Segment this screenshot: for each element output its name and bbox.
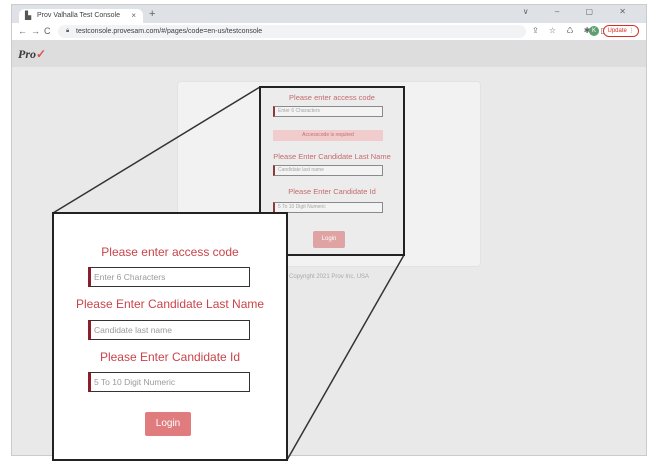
access-code-error: Accesscode is required [273,130,383,141]
window-controls[interactable]: ∨ – ▢ ✕ [523,7,638,16]
app-logo: Pro✓ [18,47,47,61]
profile-avatar[interactable]: K [589,26,599,36]
candidate-id-label: Please Enter Candidate Id [99,350,241,364]
forward-button[interactable]: → [31,24,40,38]
access-code-input[interactable]: Enter 6 Characters [88,267,250,287]
check-icon: ✓ [36,47,47,61]
app-header: Pro✓ [12,41,646,67]
toolbar-icons[interactable]: ⇪ ☆ ♺ ✱ ◨ [532,24,612,38]
back-button[interactable]: ← [18,24,27,38]
address-bar[interactable]: 🔒︎ testconsole.provesam.com/#/pages/code… [58,25,526,38]
candidate-id-input[interactable]: 5 To 10 Digit Numeric [273,202,383,213]
candidate-id-input[interactable]: 5 To 10 Digit Numeric [88,372,250,392]
copyright-text: Copyright 2021 Prov Inc, USA [289,274,370,280]
update-button[interactable]: Update ⋮ [603,25,639,37]
new-tab-button[interactable]: + [149,8,155,20]
close-tab-icon[interactable]: × [131,9,136,23]
last-name-label: Please Enter Candidate Last Name [273,152,391,161]
candidate-id-label: Please Enter Candidate Id [288,187,376,196]
url-text: testconsole.provesam.com/#/pages/code=en… [76,28,263,35]
last-name-input[interactable]: Candidate last name [273,165,383,176]
access-code-label: Please enter access code [289,93,375,102]
lock-icon: 🔒︎ [66,28,70,34]
browser-tab[interactable]: ▙ Prov Valhalla Test Console × [19,9,143,23]
reload-button[interactable]: C [44,24,51,38]
last-name-label: Please Enter Candidate Last Name [75,297,265,311]
login-button[interactable]: Login [145,412,191,436]
tab-title: Prov Valhalla Test Console [37,12,121,19]
access-code-input[interactable]: Enter 6 Characters [273,106,383,117]
last-name-input[interactable]: Candidate last name [88,320,250,340]
login-button[interactable]: Login [313,231,345,248]
access-code-label: Please enter access code [101,245,239,259]
browser-toolbar: ← → C 🔒︎ testconsole.provesam.com/#/page… [12,23,646,41]
tab-strip: ▙ Prov Valhalla Test Console × + ∨ – ▢ ✕ [12,5,646,23]
favicon-icon: ▙ [25,11,32,20]
zoom-panel: Please enter access code Enter 6 Charact… [52,212,288,461]
